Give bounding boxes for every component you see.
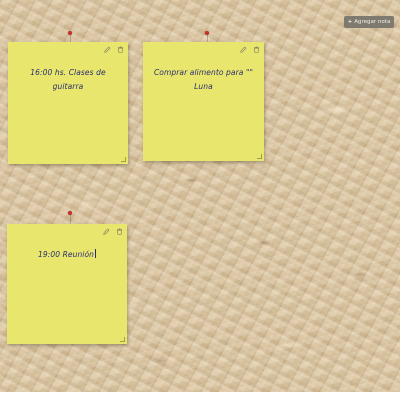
pushpin-icon — [205, 31, 209, 35]
note-text[interactable]: 16:00 hs. Clases de guitarra — [14, 66, 122, 94]
note-text-editing[interactable]: 19:00 Reunión — [13, 248, 121, 262]
sticky-note[interactable]: 16:00 hs. Clases de guitarra — [8, 42, 128, 164]
trash-icon[interactable] — [253, 46, 260, 53]
trash-icon[interactable] — [116, 228, 123, 235]
resize-handle[interactable] — [120, 337, 125, 342]
note-actions — [240, 46, 260, 53]
plus-icon: + — [347, 19, 353, 25]
trash-icon[interactable] — [117, 46, 124, 53]
note-text[interactable]: 19:00 Reunión — [38, 250, 94, 259]
note-text[interactable]: Comprar alimento para "" Luna — [149, 66, 258, 94]
add-note-label: Agregar nota — [354, 19, 391, 25]
pencil-icon[interactable] — [104, 46, 111, 53]
sticky-note[interactable]: 19:00 Reunión — [7, 224, 127, 344]
note-actions — [103, 228, 123, 235]
resize-handle[interactable] — [257, 154, 262, 159]
pushpin-icon — [68, 31, 72, 35]
add-note-button[interactable]: + Agregar nota — [344, 16, 394, 28]
pencil-icon[interactable] — [103, 228, 110, 235]
cork-board: + Agregar nota 16:00 hs. Clases de guitar… — [0, 0, 400, 392]
pencil-icon[interactable] — [240, 46, 247, 53]
sticky-note[interactable]: Comprar alimento para "" Luna — [143, 42, 264, 161]
pushpin-icon — [68, 211, 72, 215]
note-actions — [104, 46, 124, 53]
text-caret — [95, 249, 97, 258]
resize-handle[interactable] — [121, 157, 126, 162]
